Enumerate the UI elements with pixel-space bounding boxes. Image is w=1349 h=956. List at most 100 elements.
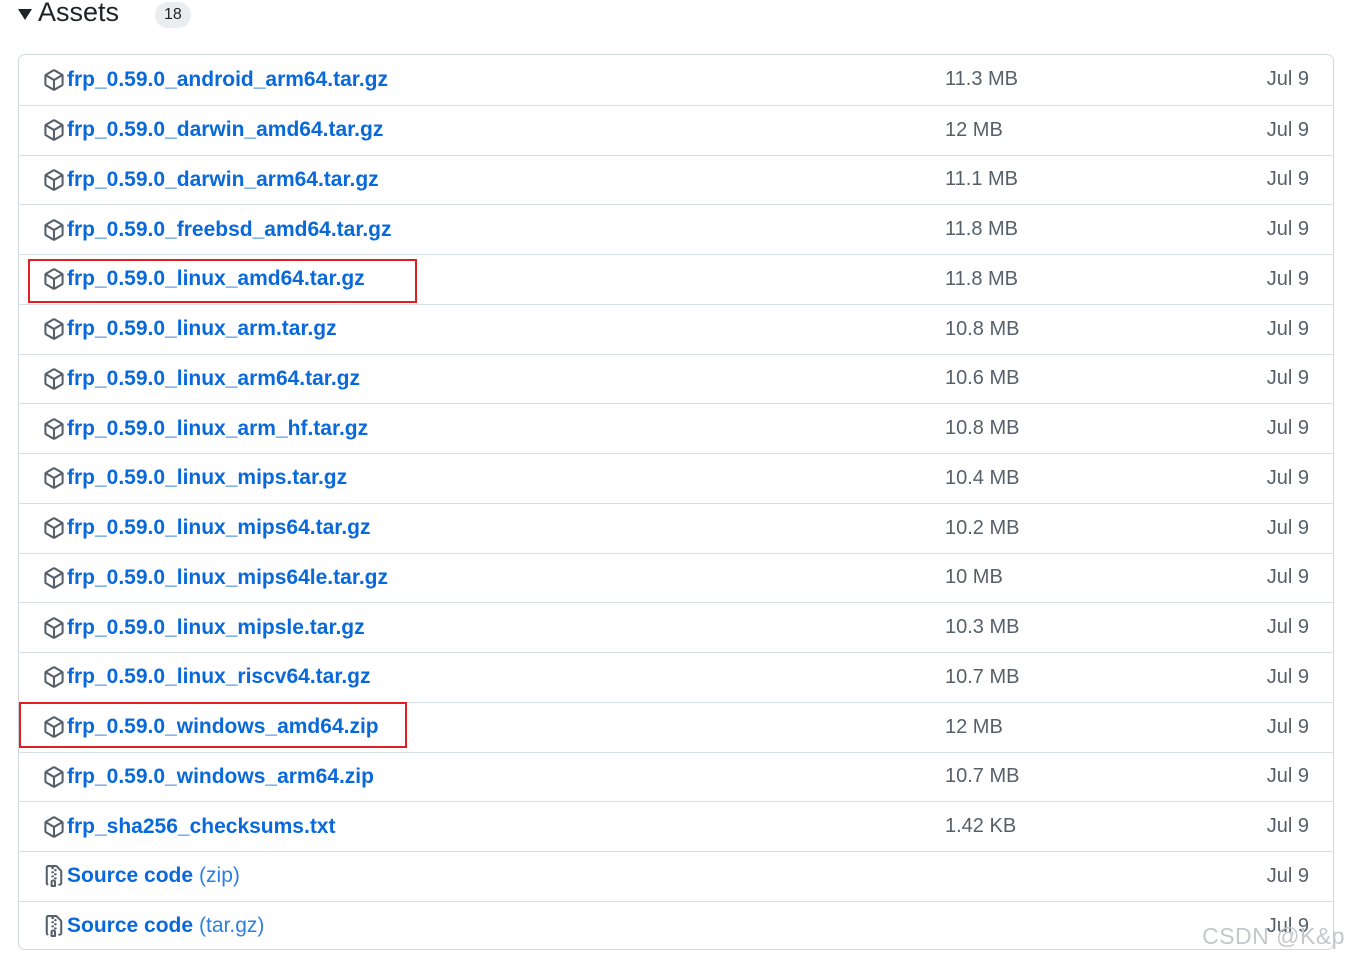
asset-name: frp_0.59.0_linux_mips.tar.gz xyxy=(67,466,348,490)
asset-suffix: (tar.gz) xyxy=(199,914,265,938)
asset-suffix: (zip) xyxy=(199,864,240,888)
asset-download-link[interactable]: frp_sha256_checksums.txt xyxy=(43,802,335,851)
asset-name: frp_0.59.0_darwin_arm64.tar.gz xyxy=(67,167,379,191)
asset-name: frp_0.59.0_linux_mips64.tar.gz xyxy=(67,516,371,540)
asset-date: Jul 9 xyxy=(1266,665,1309,688)
asset-download-link[interactable]: frp_0.59.0_freebsd_amd64.tar.gz xyxy=(43,205,392,254)
asset-download-link[interactable]: frp_0.59.0_linux_arm64.tar.gz xyxy=(43,355,360,404)
package-icon xyxy=(43,368,65,390)
asset-date: Jul 9 xyxy=(1266,168,1309,191)
package-icon xyxy=(43,467,65,490)
asset-name: frp_0.59.0_android_arm64.tar.gz xyxy=(67,67,388,91)
asset-date: Jul 9 xyxy=(1266,367,1309,390)
assets-list: frp_0.59.0_android_arm64.tar.gz 11.3 MB Ju… xyxy=(18,54,1334,950)
asset-download-link[interactable]: frp_0.59.0_windows_arm64.zip xyxy=(43,753,374,802)
package-icon xyxy=(43,815,65,838)
asset-name: frp_0.59.0_linux_amd64.tar.gz xyxy=(67,267,365,291)
asset-size: 10.6 MB xyxy=(945,367,1020,390)
asset-size: 10.7 MB xyxy=(945,665,1020,688)
asset-name: frp_0.59.0_linux_mips64le.tar.gz xyxy=(67,565,388,589)
asset-row: Source code (zip) Jul 9 xyxy=(19,851,1333,901)
asset-size: 11.8 MB xyxy=(945,218,1018,241)
asset-row: frp_sha256_checksums.txt 1.42 KB Jul 9 xyxy=(19,801,1333,851)
asset-date: Jul 9 xyxy=(1266,516,1309,539)
asset-size: 12 MB xyxy=(945,118,1003,141)
assets-header[interactable]: Assets 18 xyxy=(18,0,191,32)
asset-download-link[interactable]: frp_0.59.0_darwin_amd64.tar.gz xyxy=(43,106,383,155)
asset-row: frp_0.59.0_linux_mips64le.tar.gz 10 MB Jul… xyxy=(19,552,1333,603)
asset-name: frp_0.59.0_windows_arm64.zip xyxy=(67,764,374,788)
asset-size: 11.3 MB xyxy=(945,68,1018,91)
asset-date: Jul 9 xyxy=(1266,566,1309,589)
asset-name: frp_0.59.0_linux_mipsle.tar.gz xyxy=(67,615,365,639)
package-icon xyxy=(43,119,65,141)
asset-date: Jul 9 xyxy=(1266,715,1309,738)
asset-download-link[interactable]: frp_0.59.0_linux_mipsle.tar.gz xyxy=(43,603,365,652)
asset-row: frp_0.59.0_android_arm64.tar.gz 11.3 MB Ju… xyxy=(19,55,1333,105)
package-icon xyxy=(43,218,65,241)
asset-date: Jul 9 xyxy=(1266,218,1309,241)
asset-name: frp_sha256_checksums.txt xyxy=(67,814,336,838)
asset-name: frp_0.59.0_freebsd_amd64.tar.gz xyxy=(67,217,392,241)
package-icon xyxy=(43,766,65,788)
asset-date: Jul 9 xyxy=(1266,466,1309,489)
asset-download-link[interactable]: frp_0.59.0_linux_arm_hf.tar.gz xyxy=(43,404,368,453)
asset-size: 10.8 MB xyxy=(945,417,1020,440)
asset-row: frp_0.59.0_linux_riscv64.tar.gz 10.7 MB Ju… xyxy=(19,652,1333,702)
package-icon xyxy=(43,567,65,589)
asset-size: 10.3 MB xyxy=(945,616,1020,639)
asset-download-link[interactable]: frp_0.59.0_darwin_arm64.tar.gz xyxy=(43,156,379,205)
asset-size: 10.7 MB xyxy=(945,765,1020,788)
asset-size: 1.42 KB xyxy=(945,815,1017,838)
asset-download-link[interactable]: Source code (zip) xyxy=(43,852,240,901)
asset-download-link[interactable]: frp_0.59.0_linux_amd64.tar.gz xyxy=(43,255,365,304)
asset-row: frp_0.59.0_windows_amd64.zip 12 MB Jul 9 xyxy=(19,701,1333,752)
asset-row: frp_0.59.0_linux_amd64.tar.gz 11.8 MB Jul … xyxy=(19,254,1333,304)
asset-download-link[interactable]: frp_0.59.0_linux_arm.tar.gz xyxy=(43,305,337,354)
assets-count-badge: 18 xyxy=(155,2,191,28)
asset-row: frp_0.59.0_linux_arm_hf.tar.gz 10.8 MB Jul… xyxy=(19,403,1333,453)
file-zip-icon xyxy=(43,915,65,938)
asset-name: frp_0.59.0_linux_riscv64.tar.gz xyxy=(67,665,371,689)
asset-size: 10.2 MB xyxy=(945,516,1020,539)
asset-date: Jul 9 xyxy=(1266,68,1309,91)
asset-size: 10.4 MB xyxy=(945,466,1020,489)
package-icon xyxy=(43,268,65,291)
asset-size: 10.8 MB xyxy=(945,317,1020,340)
asset-download-link[interactable]: frp_0.59.0_linux_riscv64.tar.gz xyxy=(43,653,371,702)
asset-download-link[interactable]: frp_0.59.0_linux_mips64le.tar.gz xyxy=(43,554,388,603)
package-icon xyxy=(43,69,65,91)
asset-download-link[interactable]: frp_0.59.0_linux_mips64.tar.gz xyxy=(43,504,370,553)
asset-name: frp_0.59.0_linux_arm64.tar.gz xyxy=(67,366,360,390)
asset-date: Jul 9 xyxy=(1266,765,1309,788)
asset-download-link[interactable]: frp_0.59.0_windows_amd64.zip xyxy=(43,703,379,752)
watermark: CSDN @K&p xyxy=(1202,923,1345,949)
asset-name: Source code xyxy=(67,864,194,888)
asset-date: Jul 9 xyxy=(1266,417,1309,440)
package-icon xyxy=(43,666,65,689)
asset-name: frp_0.59.0_linux_arm_hf.tar.gz xyxy=(67,416,369,440)
asset-date: Jul 9 xyxy=(1266,616,1309,639)
asset-download-link[interactable]: frp_0.59.0_android_arm64.tar.gz xyxy=(43,55,388,105)
asset-row: frp_0.59.0_linux_mips.tar.gz 10.4 MB Jul 9 xyxy=(19,453,1333,503)
asset-date: Jul 9 xyxy=(1266,118,1309,141)
asset-size: 10 MB xyxy=(945,566,1003,589)
package-icon xyxy=(43,517,65,539)
package-icon xyxy=(43,716,65,738)
assets-title: Assets xyxy=(38,0,120,27)
package-icon xyxy=(43,616,65,639)
asset-size: 11.1 MB xyxy=(945,168,1018,191)
package-icon xyxy=(43,417,65,440)
asset-size: 11.8 MB xyxy=(945,267,1018,290)
package-icon xyxy=(43,318,65,340)
asset-date: Jul 9 xyxy=(1266,267,1309,290)
asset-date: Jul 9 xyxy=(1266,317,1309,340)
file-zip-icon xyxy=(43,865,65,888)
caret-down-icon[interactable] xyxy=(18,8,32,20)
asset-row: frp_0.59.0_linux_mipsle.tar.gz 10.3 MB Jul… xyxy=(19,602,1333,652)
asset-name: frp_0.59.0_darwin_amd64.tar.gz xyxy=(67,118,384,142)
asset-name: frp_0.59.0_linux_arm.tar.gz xyxy=(67,317,337,341)
asset-download-link[interactable]: frp_0.59.0_linux_mips.tar.gz xyxy=(43,454,347,503)
asset-download-link[interactable]: Source code (tar.gz) xyxy=(43,902,265,949)
asset-row: frp_0.59.0_linux_arm64.tar.gz 10.6 MB Jul … xyxy=(19,353,1333,404)
